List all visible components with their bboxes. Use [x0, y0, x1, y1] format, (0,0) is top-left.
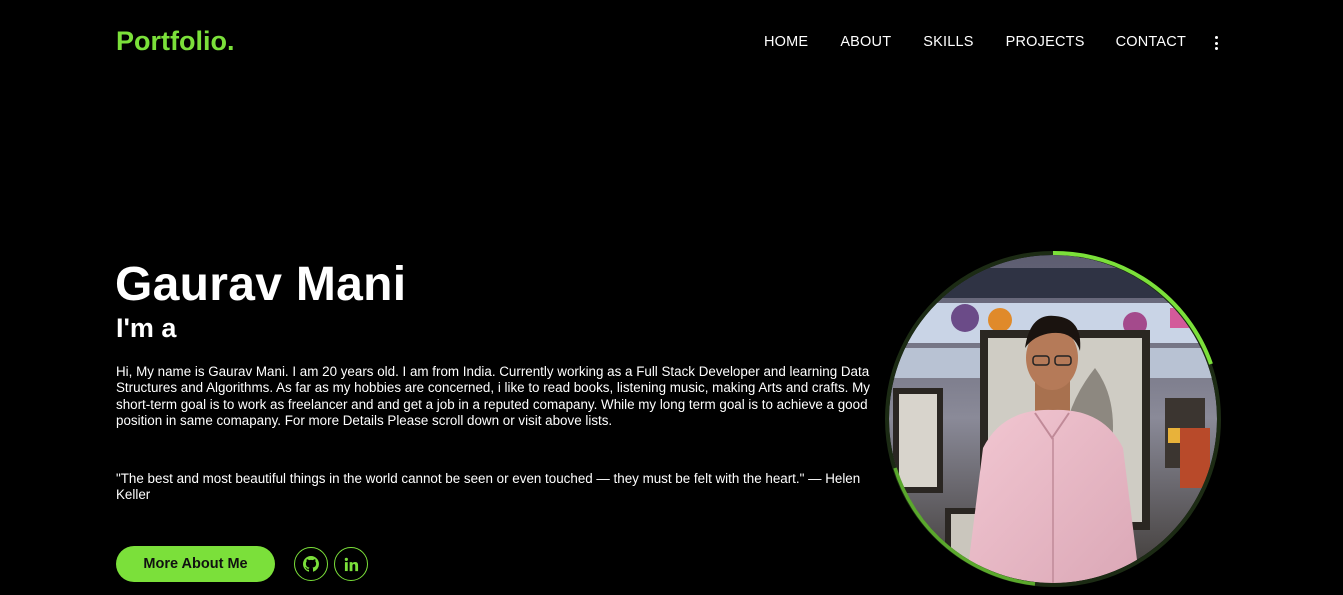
linkedin-icon	[344, 557, 358, 571]
main-nav: HOME ABOUT SKILLS PROJECTS CONTACT	[764, 34, 1186, 50]
github-link[interactable]	[294, 547, 328, 581]
page: Portfolio. HOME ABOUT SKILLS PROJECTS CO…	[0, 0, 1343, 595]
github-icon	[303, 556, 319, 572]
hero-bio: Hi, My name is Gaurav Mani. I am 20 year…	[116, 364, 870, 428]
nav-skills[interactable]: SKILLS	[923, 34, 973, 50]
more-about-me-button[interactable]: More About Me	[116, 546, 275, 582]
hero-quote: "The best and most beautiful things in t…	[116, 471, 861, 503]
logo[interactable]: Portfolio.	[116, 26, 234, 57]
nav-about[interactable]: ABOUT	[840, 34, 891, 50]
profile-photo	[885, 248, 1221, 588]
hero-name: Gaurav Mani	[115, 258, 407, 311]
nav-home[interactable]: HOME	[764, 34, 808, 50]
nav-projects[interactable]: PROJECTS	[1006, 34, 1085, 50]
nav-contact[interactable]: CONTACT	[1116, 34, 1186, 50]
hero-subtitle: I'm a	[116, 313, 177, 343]
more-options-icon[interactable]	[1213, 36, 1219, 50]
linkedin-link[interactable]	[334, 547, 368, 581]
